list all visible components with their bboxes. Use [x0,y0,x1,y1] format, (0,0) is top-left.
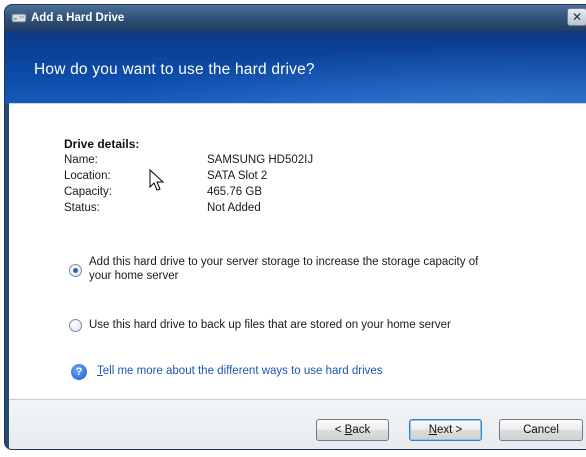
add-hard-drive-dialog: Add a Hard Drive ✕ How do you want to us… [4,4,586,450]
back-prefix: < [334,424,345,436]
add-to-storage-label[interactable]: Add this hard drive to your server stora… [89,255,478,283]
add-to-storage-radio[interactable] [69,264,82,277]
detail-value-capacity: 465.76 GB [207,186,262,198]
close-icon: ✕ [571,10,583,24]
back-button[interactable]: < Back [316,419,389,441]
help-question-icon[interactable]: ? [71,364,87,380]
hard-drive-icon [11,10,27,26]
cancel-button[interactable]: Cancel [499,419,583,441]
close-button[interactable]: ✕ [567,8,586,26]
detail-value-status: Not Added [207,202,261,214]
next-text: ext > [437,424,463,436]
next-button[interactable]: Next > [409,419,482,441]
detail-value-location: SATA Slot 2 [207,170,268,182]
window-title: Add a Hard Drive [31,12,125,24]
button-bar: < Back Next > Cancel [9,399,586,449]
detail-value-name: SAMSUNG HD502IJ [207,154,314,166]
drive-details-heading: Drive details: [64,137,140,151]
add-to-storage-label-line1: Add this hard drive to your server stora… [89,256,479,268]
help-link-text: ell me more about the different ways to … [102,365,383,377]
content-panel: Drive details: Name: SAMSUNG HD502IJ Loc… [9,103,586,399]
detail-label-status: Status: [64,202,100,214]
header-banner: How do you want to use the hard drive? [5,31,586,103]
detail-label-capacity: Capacity: [64,186,112,198]
detail-label-name: Name: [64,154,98,166]
backup-files-radio[interactable] [69,319,82,332]
help-link[interactable]: Tell me more about the different ways to… [97,365,383,377]
help-icon-glyph: ? [75,366,83,378]
back-text: ack [352,424,371,436]
mouse-pointer-icon [149,169,165,191]
back-accel: B [344,424,353,436]
add-to-storage-label-line2: your home server [89,270,179,282]
backup-files-label[interactable]: Use this hard drive to back up files tha… [89,318,451,332]
page-title: How do you want to use the hard drive? [34,61,315,78]
title-bar[interactable]: Add a Hard Drive ✕ [5,5,586,31]
next-accel: N [428,424,438,436]
detail-label-location: Location: [64,170,111,182]
